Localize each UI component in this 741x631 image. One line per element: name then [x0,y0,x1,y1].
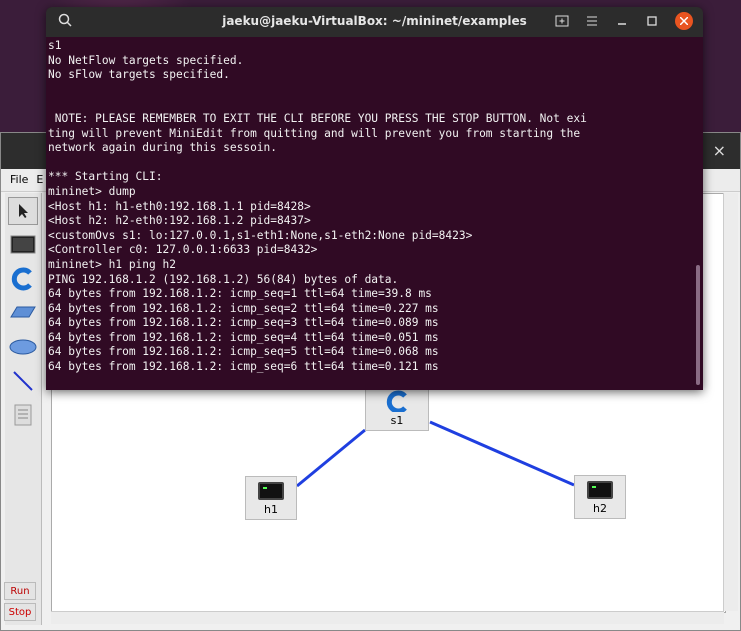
terminal-titlebar: jaeku@jaeku-VirtualBox: ~/mininet/exampl… [46,7,703,37]
node-label: h1 [264,503,278,516]
select-icon [19,204,28,218]
terminal-line: network again during this sessoin. [48,141,278,155]
node-label: s1 [390,414,404,427]
switch-icon [10,306,36,318]
window-controls [555,12,693,30]
router-icon [9,339,37,355]
terminal-line: NOTE: PLEASE REMEMBER TO EXIT THE CLI BE… [48,111,587,125]
terminal-scrollbar[interactable] [696,265,700,385]
controller-tool[interactable] [8,265,38,293]
minimize-icon[interactable] [615,14,629,28]
terminal-line: <Controller c0: 127.0.0.1:6633 pid=8432> [48,243,318,257]
host-icon [258,482,284,500]
controller-icon [11,267,32,291]
terminal-output[interactable]: s1 No NetFlow targets specified. No sFlow … [46,37,703,375]
new-tab-icon[interactable] [555,14,569,28]
switch-icon [386,390,407,414]
miniedit-toolbar [5,193,42,625]
terminal-line: mininet> dump [48,184,136,198]
link-s1-h2[interactable] [429,420,575,487]
host-tool[interactable] [8,231,38,259]
hamburger-icon[interactable] [585,14,599,28]
select-tool[interactable] [8,197,38,225]
menu-edit[interactable]: E [36,173,43,186]
router-tool[interactable] [8,333,38,361]
vertical-scrollbar[interactable] [723,193,738,611]
horizontal-scrollbar[interactable] [51,611,724,624]
terminal-line: <Host h2: h2-eth0:192.168.1.2 pid=8437> [48,214,311,228]
maximize-icon[interactable] [645,14,659,28]
run-button[interactable]: Run [4,582,36,600]
close-icon[interactable] [675,12,693,30]
terminal-line: 64 bytes from 192.168.1.2: icmp_seq=4 tt… [48,330,439,344]
node-label: h2 [593,502,607,515]
terminal-line: No sFlow targets specified. [48,68,230,82]
stop-button[interactable]: Stop [4,603,36,621]
host-icon [587,481,613,499]
terminal-line: 64 bytes from 192.168.1.2: icmp_seq=2 tt… [48,301,439,315]
netlink-tool[interactable] [8,401,38,429]
close-icon[interactable]: × [713,141,726,160]
terminal-line: 64 bytes from 192.168.1.2: icmp_seq=5 tt… [48,345,439,359]
host-h2[interactable]: h2 [574,475,626,519]
menu-file[interactable]: File [10,173,28,186]
terminal-line: ting will prevent MiniEdit from quitting… [48,126,581,140]
terminal-line: PING 192.168.1.2 (192.168.1.2) 56(84) by… [48,272,399,286]
host-icon [10,235,36,254]
terminal-line: <customOvs s1: lo:127.0.0.1,s1-eth1:None… [48,228,473,242]
link-icon [13,371,33,391]
terminal-window: jaeku@jaeku-VirtualBox: ~/mininet/exampl… [46,7,703,390]
terminal-line: s1 [48,39,62,52]
host-h1[interactable]: h1 [245,476,297,520]
terminal-line: 64 bytes from 192.168.1.2: icmp_seq=1 tt… [48,287,432,301]
switch-tool[interactable] [8,299,38,327]
link-s1-h1[interactable] [296,428,366,488]
terminal-line: 64 bytes from 192.168.1.2: icmp_seq=3 tt… [48,316,439,330]
netlink-icon [14,404,32,426]
terminal-line: <Host h1: h1-eth0:192.168.1.1 pid=8428> [48,199,311,213]
terminal-line: 64 bytes from 192.168.1.2: icmp_seq=6 tt… [48,360,439,374]
link-tool[interactable] [8,367,38,395]
terminal-line: No NetFlow targets specified. [48,53,244,67]
terminal-line: *** Starting CLI: [48,170,163,184]
switch-s1[interactable]: s1 [365,387,429,431]
terminal-line: mininet> h1 ping h2 [48,257,176,271]
